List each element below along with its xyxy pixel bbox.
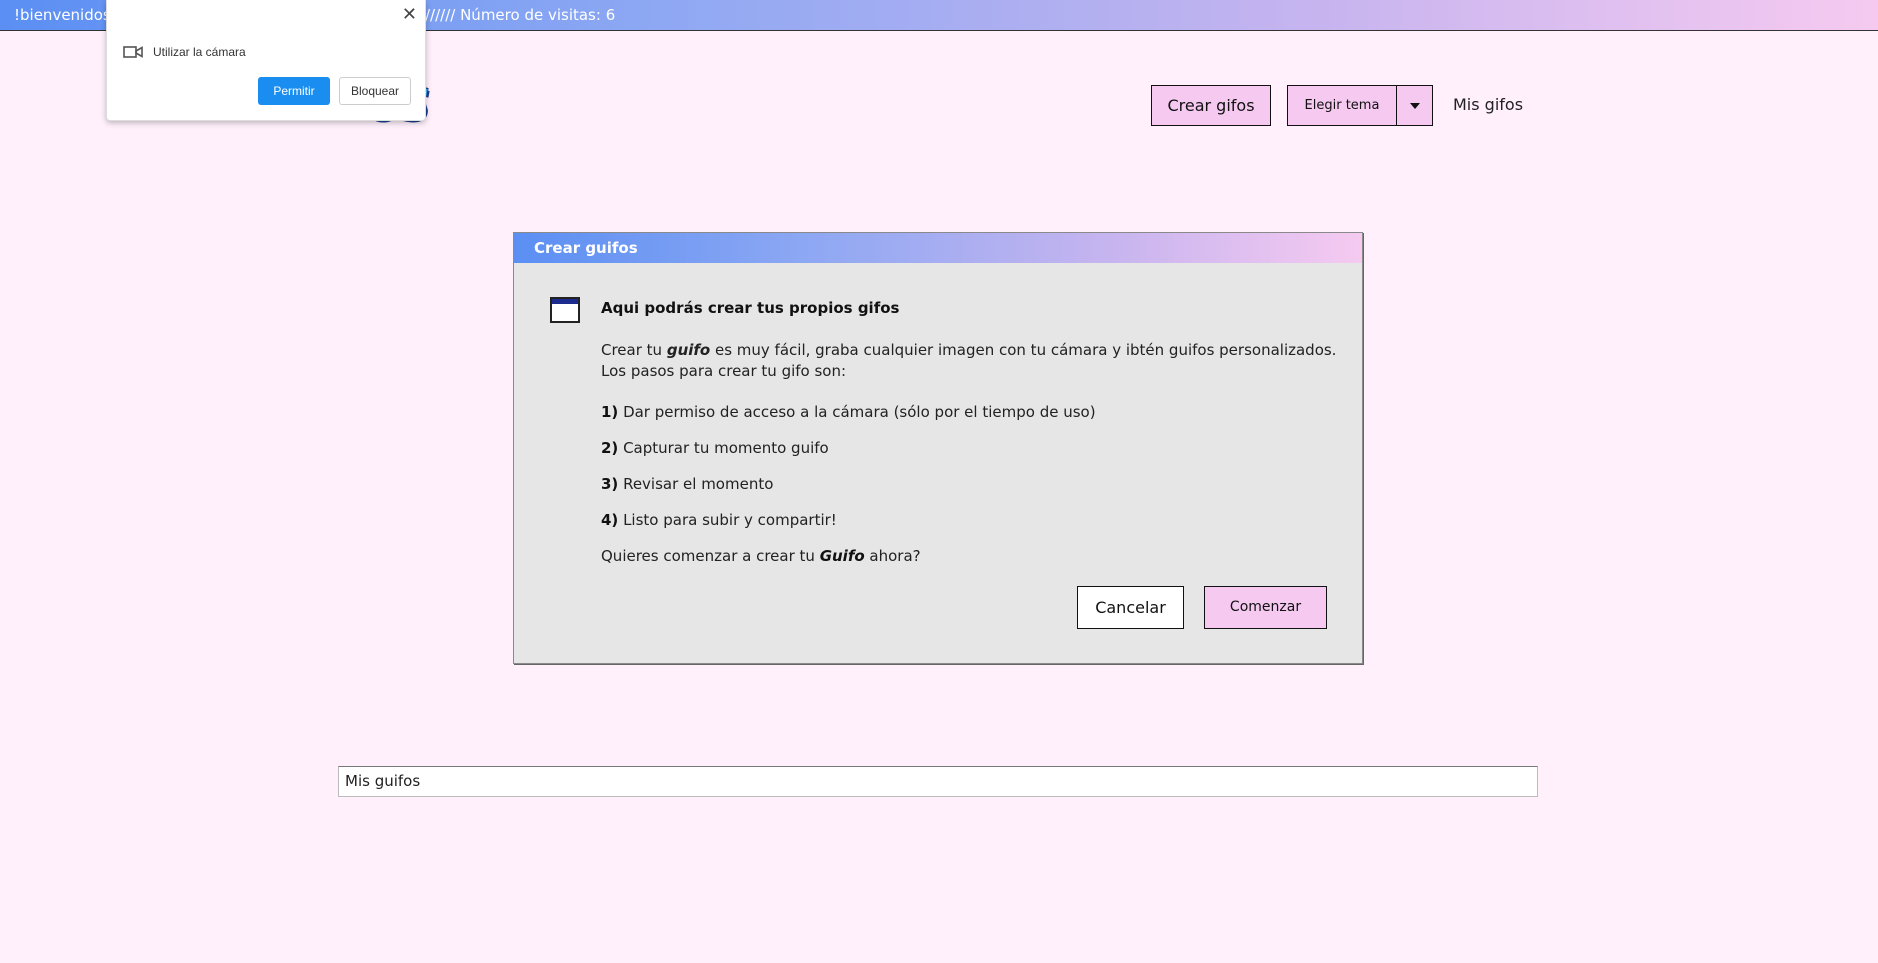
desc-post: es muy fácil, graba cualquier imagen con…: [710, 341, 1337, 359]
banner-left-text: !bienvenidos: [14, 6, 111, 24]
step-number: 2): [601, 439, 619, 457]
step-number: 4): [601, 511, 619, 529]
create-gifos-dialog: Crear guifos Aqui podrás crear tus propi…: [513, 232, 1363, 664]
close-icon[interactable]: ✕: [402, 4, 417, 24]
step-text: Capturar tu momento guifo: [618, 439, 829, 457]
dialog-description: Crear tu guifo es muy fácil, graba cualq…: [601, 340, 1336, 382]
desc-line2: Los pasos para crear tu gifo son:: [601, 362, 847, 380]
start-button[interactable]: Comenzar: [1204, 586, 1327, 629]
question-post: ahora?: [864, 547, 921, 565]
step-number: 1): [601, 403, 619, 421]
video-camera-icon: [123, 46, 143, 58]
allow-button[interactable]: Permitir: [258, 77, 330, 105]
question-pre: Quieres comenzar a crear tu: [601, 547, 820, 565]
dialog-question: Quieres comenzar a crear tu Guifo ahora?: [601, 547, 921, 565]
permission-label: Utilizar la cámara: [153, 45, 246, 59]
step-text: Revisar el momento: [618, 475, 774, 493]
desc-pre: Crear tu: [601, 341, 667, 359]
step-text: Listo para subir y compartir!: [618, 511, 837, 529]
step-text: Dar permiso de acceso a la cámara (sólo …: [618, 403, 1096, 421]
my-guifos-section-bar: Mis guifos: [338, 766, 1538, 797]
block-button[interactable]: Bloquear: [339, 77, 411, 105]
step-item: 3) Revisar el momento: [601, 475, 773, 493]
theme-dropdown-toggle[interactable]: [1396, 85, 1433, 126]
question-emphasis: Guifo: [819, 547, 865, 565]
banner-visits-text: ////// Número de visitas: 6: [425, 6, 616, 24]
caret-down-icon: [1409, 102, 1420, 109]
desc-emphasis: guifo: [666, 341, 711, 359]
create-gifs-button[interactable]: Crear gifos: [1151, 85, 1271, 126]
dialog-heading: Aqui podrás crear tus propios gifos: [601, 299, 900, 317]
step-number: 3): [601, 475, 619, 493]
window-icon: [550, 297, 580, 323]
cancel-button[interactable]: Cancelar: [1077, 586, 1184, 629]
my-gifs-link[interactable]: Mis gifos: [1453, 95, 1523, 114]
camera-permission-popup: ✕ Utilizar la cámara Permitir Bloquear: [106, 0, 426, 121]
dialog-title-bar: Crear guifos: [514, 233, 1362, 263]
step-item: 4) Listo para subir y compartir!: [601, 511, 837, 529]
step-item: 2) Capturar tu momento guifo: [601, 439, 829, 457]
choose-theme-button[interactable]: Elegir tema: [1287, 85, 1397, 126]
step-item: 1) Dar permiso de acceso a la cámara (só…: [601, 403, 1096, 421]
